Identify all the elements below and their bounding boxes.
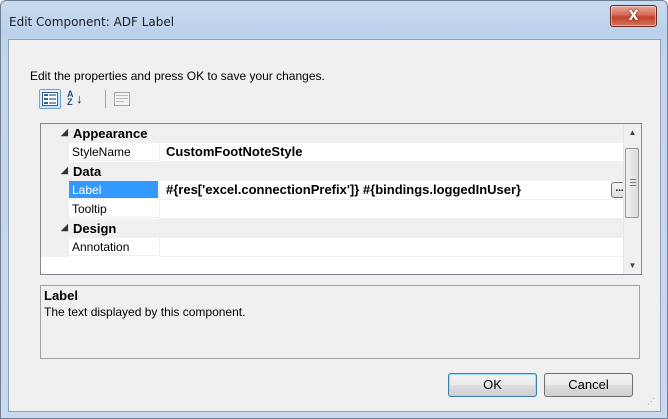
description-title: Label — [44, 288, 78, 303]
category-label: Design — [73, 221, 117, 236]
categorized-view-button[interactable] — [39, 89, 61, 109]
resize-grip-icon[interactable]: ⋰ — [647, 398, 657, 408]
category-design[interactable]: ◢ Design — [41, 219, 630, 238]
window-title: Edit Component: ADF Label — [9, 15, 175, 29]
property-pages-button[interactable] — [111, 89, 133, 109]
description-panel: Label The text displayed by this compone… — [40, 285, 640, 359]
cancel-button[interactable]: Cancel — [544, 373, 633, 397]
collapse-arrow-icon[interactable]: ◢ — [61, 127, 68, 138]
property-value[interactable]: CustomFootNoteStyle — [160, 143, 630, 162]
categorized-view-icon — [42, 92, 58, 106]
property-grid-toolbar: A Z ↓ — [39, 87, 149, 111]
property-name: Label — [69, 181, 158, 199]
close-button[interactable]: X — [610, 5, 657, 27]
property-row-label[interactable]: Label #{res['excel.connectionPrefix']} #… — [41, 181, 630, 200]
alphabetical-sort-icon: A Z ↓ — [67, 89, 83, 107]
property-value[interactable]: #{res['excel.connectionPrefix']} #{bindi… — [160, 181, 630, 200]
vertical-scrollbar[interactable]: ▲ ▼ — [623, 124, 641, 274]
instructions-text: Edit the properties and press OK to save… — [30, 69, 325, 83]
category-data[interactable]: ◢ Data — [41, 162, 630, 181]
collapse-arrow-icon[interactable]: ◢ — [61, 222, 68, 233]
property-row-stylename[interactable]: StyleName CustomFootNoteStyle — [41, 143, 630, 162]
category-label: Data — [73, 164, 102, 179]
scroll-down-icon[interactable]: ▼ — [624, 257, 641, 274]
title-bar[interactable]: Edit Component: ADF Label X — [1, 1, 667, 39]
property-row-annotation[interactable]: Annotation — [41, 238, 630, 257]
category-appearance[interactable]: ◢ Appearance — [41, 124, 630, 143]
description-text: The text displayed by this component. — [44, 305, 246, 319]
property-value[interactable] — [160, 238, 630, 257]
scroll-thumb[interactable] — [625, 148, 639, 218]
alphabetical-sort-button[interactable]: A Z ↓ — [65, 89, 87, 109]
property-pages-icon — [114, 92, 130, 106]
ok-button[interactable]: OK — [448, 373, 537, 397]
property-value[interactable] — [160, 200, 630, 219]
property-row-tooltip[interactable]: Tooltip — [41, 200, 630, 219]
property-name: StyleName — [69, 143, 158, 161]
property-name: Annotation — [69, 238, 158, 256]
property-name: Tooltip — [69, 200, 158, 218]
property-grid: ◢ Appearance StyleName CustomFootNoteSty… — [40, 123, 642, 275]
category-label: Appearance — [73, 126, 148, 141]
scroll-up-icon[interactable]: ▲ — [624, 124, 641, 141]
toolbar-separator — [105, 90, 106, 108]
collapse-arrow-icon[interactable]: ◢ — [61, 165, 68, 176]
dialog-window: Edit Component: ADF Label X Edit the pro… — [0, 0, 668, 419]
close-icon: X — [628, 8, 639, 24]
